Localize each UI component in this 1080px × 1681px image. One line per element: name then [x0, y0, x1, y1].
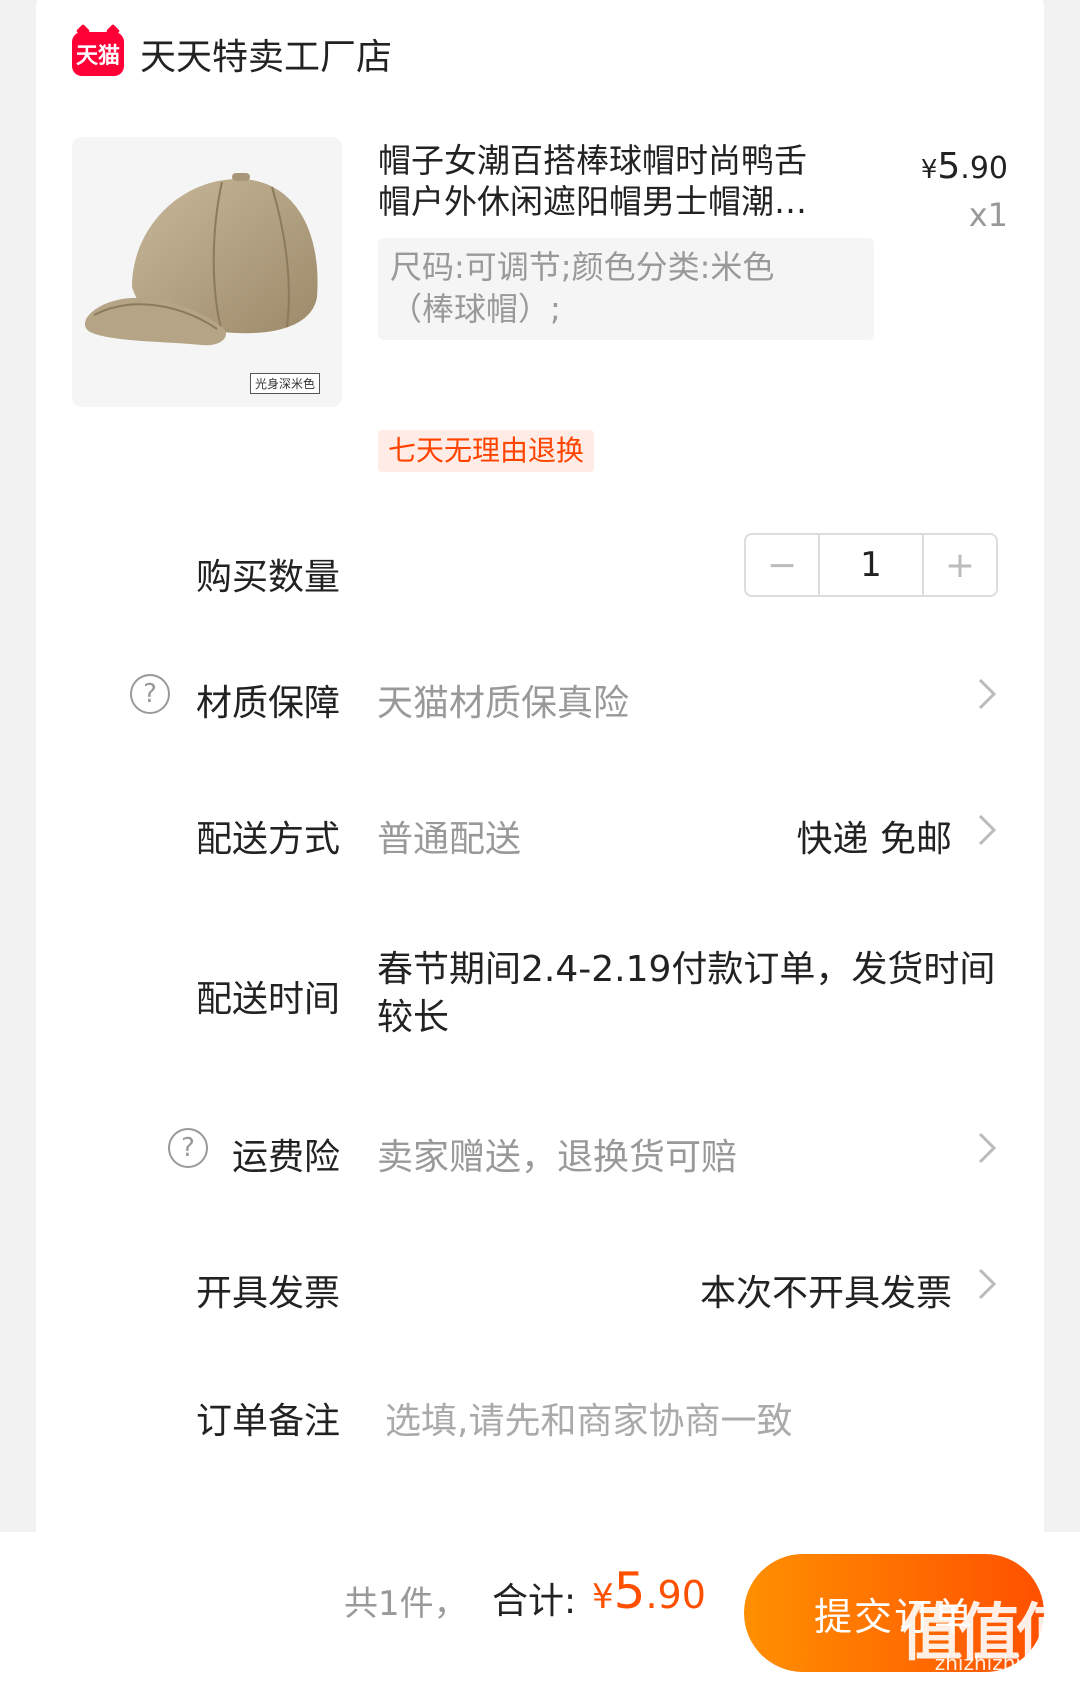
sku-line2: （棒球帽）; [390, 290, 561, 328]
product-sku[interactable]: 尺码:可调节;颜色分类:米色 （棒球帽）; [378, 238, 874, 340]
chevron-right-icon [978, 1268, 997, 1300]
invoice-label: 开具发票 [195, 1273, 340, 1314]
quantity-input[interactable]: 1 [818, 535, 924, 595]
product-price: ¥5.90 [921, 146, 1008, 187]
chevron-right-icon [978, 1132, 997, 1164]
product-title[interactable]: 帽子女潮百搭棒球帽时尚鸭舌 帽户外休闲遮阳帽男士帽潮… [378, 140, 856, 222]
material-label: 材质保障 [195, 683, 340, 724]
baseball-cap-image [84, 173, 318, 346]
help-icon[interactable]: ? [130, 674, 170, 714]
shipping-method-row[interactable]: 配送方式 普通配送 快递 免邮 [0, 786, 1080, 876]
store-name[interactable]: 天天特卖工厂店 [140, 28, 392, 80]
product-image[interactable]: 光身深米色 [72, 137, 342, 407]
chevron-right-icon [978, 678, 997, 710]
material-guarantee-row[interactable]: ? 材质保障 天猫材质保真险 [0, 650, 1080, 740]
tmall-logo-text: 天猫 [75, 44, 120, 69]
checkout-bar: 共1件， 合计: ¥5.90 提交订单 值值值 zhizhizhi.com [0, 1532, 1080, 1681]
product-title-line1: 帽子女潮百搭棒球帽时尚鸭舌 [378, 141, 807, 180]
total-int: 5 [613, 1562, 646, 1620]
total-price: ¥5.90 [592, 1562, 706, 1620]
shipping-fee-text: 快递 免邮 [796, 819, 952, 860]
shipping-value: 普通配送 [377, 819, 522, 860]
total-dec: .90 [645, 1573, 706, 1617]
remark-input[interactable]: 选填,请先和商家协商一致 [385, 1392, 792, 1444]
quantity-label: 购买数量 [195, 557, 340, 598]
sku-line1: 尺码:可调节;颜色分类:米色 [390, 248, 775, 286]
delivery-time-label: 配送时间 [195, 979, 340, 1020]
price-int: 5 [937, 146, 961, 187]
watermark-url: zhizhizhi.com [934, 1651, 1070, 1675]
quantity-minus-button[interactable]: − [746, 535, 818, 595]
remark-label: 订单备注 [195, 1401, 340, 1442]
material-value: 天猫材质保真险 [377, 683, 630, 724]
price-symbol: ¥ [920, 155, 938, 185]
return-policy-badge: 七天无理由退换 [378, 430, 595, 472]
delivery-time-value: 春节期间2.4-2.19付款订单，发货时间较长 [377, 949, 996, 1038]
invoice-row[interactable]: 开具发票 本次不开具发票 [0, 1240, 1080, 1330]
image-label: 光身深米色 [250, 373, 321, 394]
shipping-label: 配送方式 [195, 819, 340, 860]
store-header[interactable]: 天猫 天天特卖工厂店 [72, 28, 392, 80]
product-title-line2: 帽户外休闲遮阳帽男士帽潮… [378, 182, 807, 221]
freight-value: 卖家赠送，退换货可赔 [377, 1137, 738, 1178]
freight-insurance-row[interactable]: ? 运费险 卖家赠送，退换货可赔 [0, 1104, 1080, 1194]
tmall-logo-icon: 天猫 [72, 32, 124, 76]
chevron-right-icon [978, 814, 997, 846]
total-label: 合计: [492, 1581, 577, 1622]
order-remark-row: 订单备注 选填,请先和商家协商一致 [0, 1368, 1080, 1458]
total-symbol: ¥ [592, 1577, 614, 1617]
quantity-stepper: − 1 + [744, 533, 998, 597]
invoice-value: 本次不开具发票 [699, 1273, 952, 1314]
help-icon[interactable]: ? [168, 1128, 208, 1168]
freight-label: 运费险 [231, 1137, 340, 1178]
quantity-plus-button[interactable]: + [924, 535, 996, 595]
product-quantity-mark: x1 [968, 196, 1008, 234]
price-dec: .90 [960, 151, 1008, 186]
item-count: 共1件， [344, 1584, 468, 1624]
